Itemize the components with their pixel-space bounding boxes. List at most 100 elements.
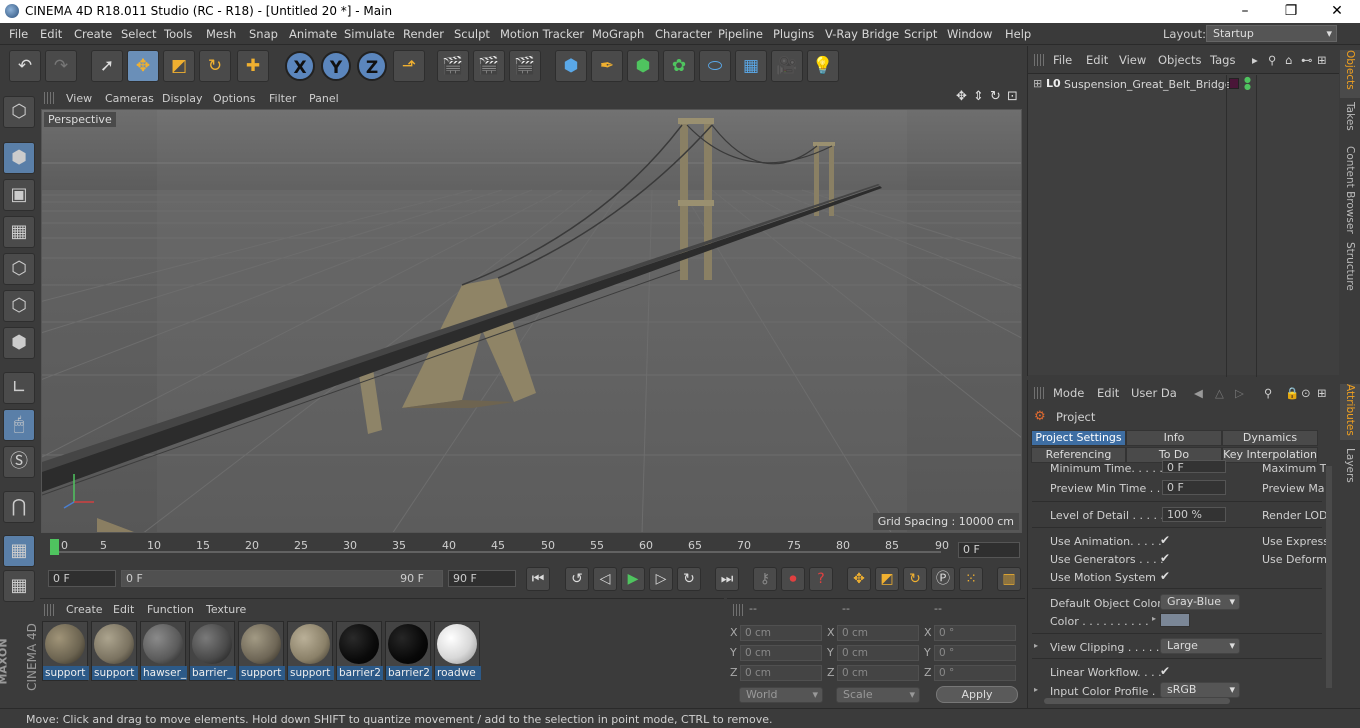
menu-mesh[interactable]: Mesh	[206, 27, 236, 41]
menu-window[interactable]: Window	[947, 27, 992, 41]
scheme-button[interactable]: ▥	[997, 567, 1021, 591]
attr-menu-mode[interactable]: Mode	[1053, 386, 1084, 400]
more-menu-icon[interactable]: ▸	[1252, 53, 1258, 67]
side-tab-objects[interactable]: Objects	[1340, 50, 1360, 98]
coord-scale-select[interactable]: Scale	[836, 687, 920, 703]
back-arrow-icon[interactable]: ◀	[1194, 386, 1203, 400]
apply-button[interactable]: Apply	[936, 686, 1018, 703]
undo-button[interactable]: ↶	[9, 50, 41, 82]
lod-field[interactable]: 100 %	[1162, 507, 1226, 522]
attr-menu-edit[interactable]: Edit	[1097, 386, 1119, 400]
autokey-button[interactable]: ⏺	[781, 567, 805, 591]
material-menu-texture[interactable]: Texture	[206, 603, 246, 616]
tab-dynamics[interactable]: Dynamics	[1222, 430, 1318, 446]
material-menu-create[interactable]: Create	[66, 603, 103, 616]
snap-button[interactable]: Ⓢ	[3, 446, 35, 478]
material-swatch[interactable]: support	[42, 621, 89, 681]
menu-character[interactable]: Character	[655, 27, 712, 41]
view-clipping-select[interactable]: Large	[1160, 638, 1240, 654]
previous-key-button[interactable]: ↺	[565, 567, 589, 591]
viewport-menu-options[interactable]: Options	[213, 92, 255, 105]
workplane-mode-button[interactable]: ▦	[3, 216, 35, 248]
menu-tools[interactable]: Tools	[164, 27, 192, 41]
linear-workflow-checkbox[interactable]: ✔	[1160, 665, 1172, 677]
material-swatch[interactable]: support	[238, 621, 285, 681]
viewport-nav-rotate-icon[interactable]: ↻	[990, 89, 1001, 104]
position-y-field[interactable]: 0 cm	[740, 645, 822, 661]
render-view-button[interactable]: 🎬	[437, 50, 469, 82]
tab-project-settings[interactable]: Project Settings	[1031, 430, 1126, 446]
attr-scrollbar[interactable]	[1326, 466, 1332, 688]
expand-arrow-icon[interactable]: ▸	[1152, 614, 1156, 623]
min-time-field[interactable]: 0 F	[48, 570, 116, 587]
next-key-button[interactable]: ↻	[677, 567, 701, 591]
expand-icon[interactable]: ⊞	[1033, 77, 1042, 90]
magnet-button[interactable]: ⋂	[3, 491, 35, 523]
minimize-button[interactable]: –	[1222, 0, 1268, 23]
objects-menu-tags[interactable]: Tags	[1210, 53, 1235, 67]
preview-range-slider[interactable]: 0 F 90 F	[121, 570, 443, 587]
home-icon[interactable]: ⌂	[1285, 53, 1292, 67]
attr-horizontal-scrollbar[interactable]	[1044, 698, 1230, 704]
viewport-nav-move-icon[interactable]: ✥	[956, 89, 967, 104]
objects-menu-objects[interactable]: Objects	[1158, 53, 1201, 67]
side-tab-structure[interactable]: Structure	[1340, 242, 1360, 298]
material-swatch[interactable]: barrier_	[189, 621, 236, 681]
size-x-field[interactable]: 0 cm	[837, 625, 919, 641]
record-active-button[interactable]: ⚷	[753, 567, 777, 591]
light-object-button[interactable]: 💡	[807, 50, 839, 82]
menu-animate[interactable]: Animate	[289, 27, 337, 41]
material-swatch[interactable]: support	[287, 621, 334, 681]
rotation-p-field[interactable]: 0 °	[934, 645, 1016, 661]
camera-object-button[interactable]: 🎥	[771, 50, 803, 82]
viewport-menu-panel[interactable]: Panel	[309, 92, 339, 105]
play-button[interactable]: ▶	[621, 567, 645, 591]
cube-object-button[interactable]: ⬢	[555, 50, 587, 82]
tab-referencing[interactable]: Referencing	[1031, 447, 1126, 463]
viewport-menu-cameras[interactable]: Cameras	[105, 92, 154, 105]
maximize-button[interactable]: ❐	[1268, 0, 1314, 23]
y-axis-lock-button[interactable]: Y	[321, 51, 351, 81]
position-z-field[interactable]: 0 cm	[740, 665, 822, 681]
material-swatch[interactable]: support	[91, 621, 138, 681]
texture-mode-button[interactable]: ▣	[3, 179, 35, 211]
menu-script[interactable]: Script	[904, 27, 937, 41]
coordinate-system-button[interactable]: ⬏	[393, 50, 425, 82]
material-menu-edit[interactable]: Edit	[113, 603, 134, 616]
rotation-b-field[interactable]: 0 °	[934, 665, 1016, 681]
color-swatch[interactable]	[1160, 613, 1190, 627]
menu-help[interactable]: Help	[1005, 27, 1031, 41]
viewport-layout-icon[interactable]: ⊡	[1007, 89, 1018, 104]
preview-min-field[interactable]: 0 F	[1162, 480, 1226, 495]
tweak-mode-button[interactable]: 🖱	[3, 409, 35, 441]
locked-workplane-button[interactable]: ▦	[3, 570, 35, 602]
timeline-ruler[interactable]: 0 5 10 15 20 25 30 35 40 45 50 55 60 65 …	[41, 535, 1021, 563]
previous-frame-button[interactable]: ◁	[593, 567, 617, 591]
tab-key-interpolation[interactable]: Key Interpolation	[1222, 447, 1318, 463]
attr-menu-user-data[interactable]: User Da	[1131, 386, 1177, 400]
model-mode-button[interactable]: ⬢	[3, 142, 35, 174]
rotate-tool-button[interactable]: ↻	[199, 50, 231, 82]
menu-edit[interactable]: Edit	[40, 27, 62, 41]
expand-arrow-icon[interactable]: ▸	[1034, 685, 1038, 694]
default-object-color-select[interactable]: Gray-Blue	[1160, 594, 1240, 610]
menu-render[interactable]: Render	[403, 27, 444, 41]
render-settings-button[interactable]: 🎬	[509, 50, 541, 82]
viewport-nav-zoom-icon[interactable]: ⇕	[973, 89, 984, 104]
recent-tool-button[interactable]: ✚	[237, 50, 269, 82]
menu-file[interactable]: File	[9, 27, 28, 41]
menu-sculpt[interactable]: Sculpt	[454, 27, 490, 41]
material-swatch[interactable]: hawser_	[140, 621, 187, 681]
size-z-field[interactable]: 0 cm	[837, 665, 919, 681]
layout-select[interactable]: Startup	[1206, 25, 1337, 42]
tab-info[interactable]: Info	[1126, 430, 1222, 446]
side-tab-layers[interactable]: Layers	[1340, 448, 1360, 488]
link-icon[interactable]: ⊷	[1301, 53, 1313, 67]
visibility-dots-icon[interactable]: ● ●	[1244, 76, 1251, 91]
menu-select[interactable]: Select	[121, 27, 156, 41]
use-animation-checkbox[interactable]: ✔	[1160, 534, 1172, 546]
material-swatch[interactable]: roadwe	[434, 621, 481, 681]
edges-mode-button[interactable]: ⬡	[3, 290, 35, 322]
object-name[interactable]: Suspension_Great_Belt_Bridge	[1064, 78, 1232, 91]
workplane-toggle-button[interactable]: ▦	[3, 535, 35, 567]
